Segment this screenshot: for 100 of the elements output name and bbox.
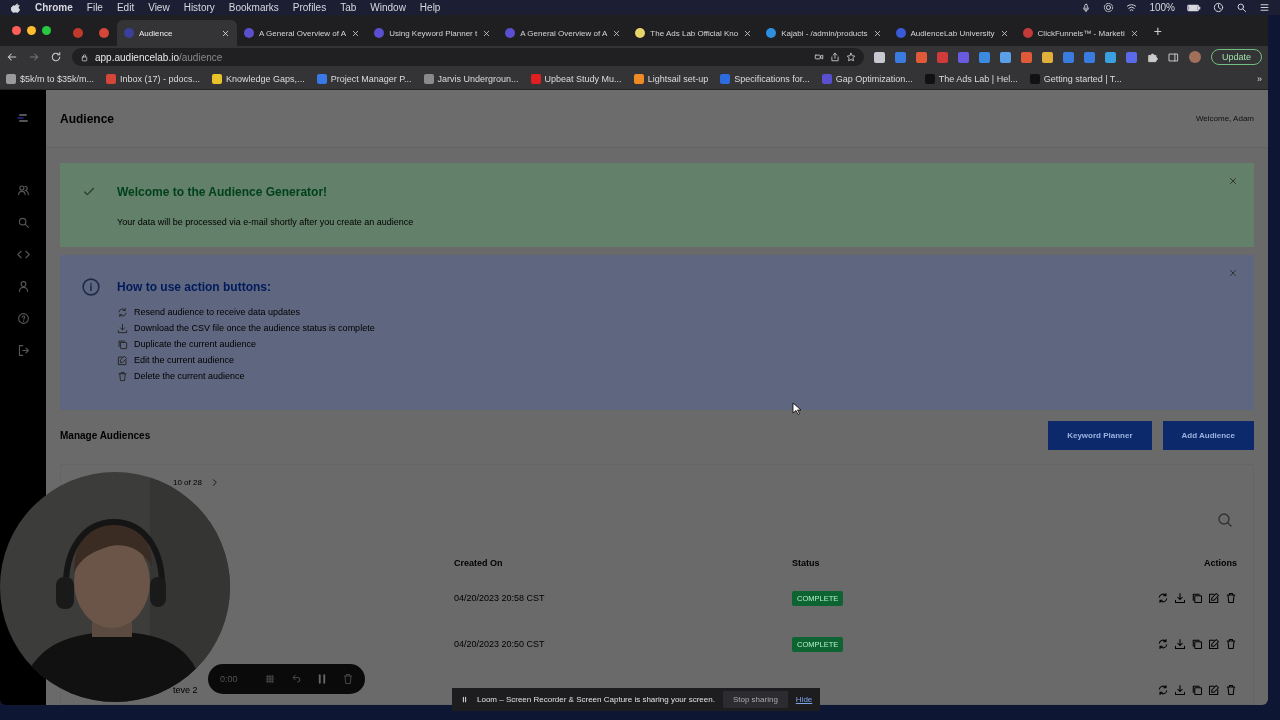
bookmark[interactable]: Knowledge Gaps,... bbox=[212, 73, 305, 84]
app-menu[interactable]: Chrome bbox=[35, 2, 73, 13]
close-icon[interactable] bbox=[221, 28, 230, 38]
code-icon[interactable] bbox=[16, 248, 30, 261]
extension-icon[interactable] bbox=[894, 51, 906, 63]
menu-item[interactable]: History bbox=[183, 2, 215, 13]
close-icon[interactable] bbox=[872, 28, 882, 38]
edit-icon[interactable] bbox=[1208, 592, 1220, 604]
edit-icon[interactable] bbox=[1208, 638, 1220, 650]
extension-icon[interactable] bbox=[1041, 51, 1053, 63]
browser-tab[interactable]: A General Overview of A bbox=[237, 20, 368, 46]
bookmark[interactable]: Jarvis Undergroun... bbox=[423, 73, 519, 84]
bookmark[interactable]: Upbeat Study Mu... bbox=[530, 73, 622, 84]
close-icon[interactable] bbox=[482, 28, 492, 38]
trash-icon[interactable] bbox=[341, 673, 354, 685]
column-header: Actions bbox=[1204, 558, 1237, 568]
alert-title: Welcome to the Audience Generator! bbox=[117, 185, 329, 199]
new-tab-button[interactable]: + bbox=[1145, 22, 1170, 39]
logout-icon[interactable] bbox=[16, 344, 30, 357]
browser-tab[interactable]: ClickFunnels™ - Marketi bbox=[1015, 20, 1146, 46]
menu-item[interactable]: File bbox=[86, 2, 103, 13]
star-icon[interactable] bbox=[845, 52, 856, 62]
refresh-icon[interactable] bbox=[1157, 638, 1169, 650]
bookmark[interactable]: $5k/m to $35k/m... bbox=[6, 73, 95, 84]
extension-icon[interactable] bbox=[978, 51, 990, 63]
table-cell: teve 2 bbox=[173, 685, 198, 695]
window-controls-drawing[interactable] bbox=[12, 26, 51, 35]
copy-icon[interactable] bbox=[1191, 684, 1203, 696]
hide-link[interactable]: Hide bbox=[795, 695, 813, 704]
user-icon[interactable] bbox=[16, 280, 30, 293]
copy-icon[interactable] bbox=[1191, 638, 1203, 650]
share-icon[interactable] bbox=[829, 52, 840, 62]
refresh-icon[interactable] bbox=[1157, 684, 1169, 696]
back-icon[interactable] bbox=[6, 51, 18, 63]
extension-icon[interactable] bbox=[1104, 51, 1116, 63]
close-icon[interactable] bbox=[612, 28, 622, 38]
browser-tab[interactable]: The Ads Lab Official Kno bbox=[628, 20, 760, 46]
camera-icon[interactable] bbox=[813, 52, 824, 62]
copy-icon[interactable] bbox=[1191, 592, 1203, 604]
undo-icon[interactable] bbox=[289, 673, 302, 685]
tab-title: AudienceLab University bbox=[910, 28, 995, 38]
download-icon[interactable] bbox=[1174, 592, 1186, 604]
sharing-message: Loom – Screen Recorder & Screen Capture is sharing your screen. bbox=[477, 695, 715, 704]
extension-icon[interactable] bbox=[999, 51, 1011, 63]
reload-icon[interactable] bbox=[50, 51, 62, 63]
bookmark[interactable]: The Ads Lab | Hel... bbox=[924, 73, 1018, 84]
microphone-icon bbox=[1081, 2, 1092, 13]
sidebar-icon[interactable] bbox=[1167, 51, 1179, 63]
bookmark[interactable]: Project Manager P... bbox=[316, 73, 412, 84]
bookmark[interactable]: Inbox (17) - pdocs... bbox=[106, 73, 201, 84]
browser-tab[interactable]: A General Overview of A bbox=[498, 20, 629, 46]
bookmark[interactable]: Gap Optimization... bbox=[821, 73, 913, 84]
close-icon[interactable] bbox=[743, 28, 753, 38]
forward-icon[interactable] bbox=[28, 51, 40, 63]
extension-icon[interactable] bbox=[873, 51, 885, 63]
extension-icon[interactable] bbox=[915, 51, 927, 63]
search-icon bbox=[1236, 2, 1247, 13]
extension-icon[interactable] bbox=[1083, 51, 1095, 63]
instruction-text: Duplicate the current audience bbox=[134, 339, 257, 349]
bookmark[interactable]: Getting started | T... bbox=[1029, 73, 1122, 84]
close-icon[interactable] bbox=[999, 28, 1009, 38]
browser-tab[interactable]: Audience bbox=[117, 20, 237, 46]
more-bookmarks-button[interactable]: » bbox=[1257, 73, 1262, 84]
trash-icon[interactable] bbox=[1225, 638, 1237, 650]
refresh-icon[interactable] bbox=[1157, 592, 1169, 604]
close-icon[interactable] bbox=[1129, 28, 1139, 38]
cursor-icon bbox=[792, 402, 801, 415]
search-icon[interactable] bbox=[1217, 512, 1233, 528]
extension-icon[interactable] bbox=[1062, 51, 1074, 63]
download-icon[interactable] bbox=[1174, 684, 1186, 696]
browser-tab[interactable]: Kajabi - /admin/products bbox=[759, 20, 889, 46]
users-icon[interactable] bbox=[16, 184, 30, 197]
profile-avatar[interactable] bbox=[1188, 51, 1201, 63]
search-icon[interactable] bbox=[16, 216, 30, 229]
menu-item[interactable]: Bookmarks bbox=[228, 2, 279, 13]
action-button[interactable]: Add Audience bbox=[1162, 420, 1254, 450]
tab-title: Using Keyword Planner t bbox=[389, 28, 478, 38]
menu-item[interactable]: Edit bbox=[116, 2, 135, 13]
help-icon[interactable] bbox=[16, 312, 30, 325]
apple-icon bbox=[10, 2, 21, 13]
trash-icon[interactable] bbox=[1225, 592, 1237, 604]
menu-item[interactable]: Tab bbox=[340, 2, 357, 13]
column-header: Status bbox=[792, 558, 820, 568]
download-icon[interactable] bbox=[1174, 638, 1186, 650]
menu-item[interactable]: View bbox=[148, 2, 170, 13]
browser-tab[interactable]: Using Keyword Planner t bbox=[367, 20, 499, 46]
close-icon[interactable] bbox=[351, 28, 361, 38]
trash-icon[interactable] bbox=[1225, 684, 1237, 696]
bookmark[interactable]: Lightsail set-up bbox=[633, 73, 709, 84]
extension-icon[interactable] bbox=[1020, 51, 1032, 63]
edit-icon[interactable] bbox=[1208, 684, 1220, 696]
menu-item[interactable]: Window bbox=[370, 2, 406, 13]
tab-title: The Ads Lab Official Kno bbox=[650, 28, 739, 38]
action-button[interactable]: Keyword Planner bbox=[1048, 420, 1152, 450]
address-bar[interactable]: app.audiencelab.io/audience bbox=[72, 48, 864, 66]
menu-item[interactable]: Help bbox=[419, 2, 441, 13]
browser-tab[interactable]: AudienceLab University bbox=[888, 20, 1016, 46]
menu-item[interactable]: Profiles bbox=[292, 2, 327, 13]
bookmark[interactable]: Specifications for... bbox=[720, 73, 810, 84]
stop-sharing-button[interactable]: Stop sharing bbox=[722, 691, 788, 708]
